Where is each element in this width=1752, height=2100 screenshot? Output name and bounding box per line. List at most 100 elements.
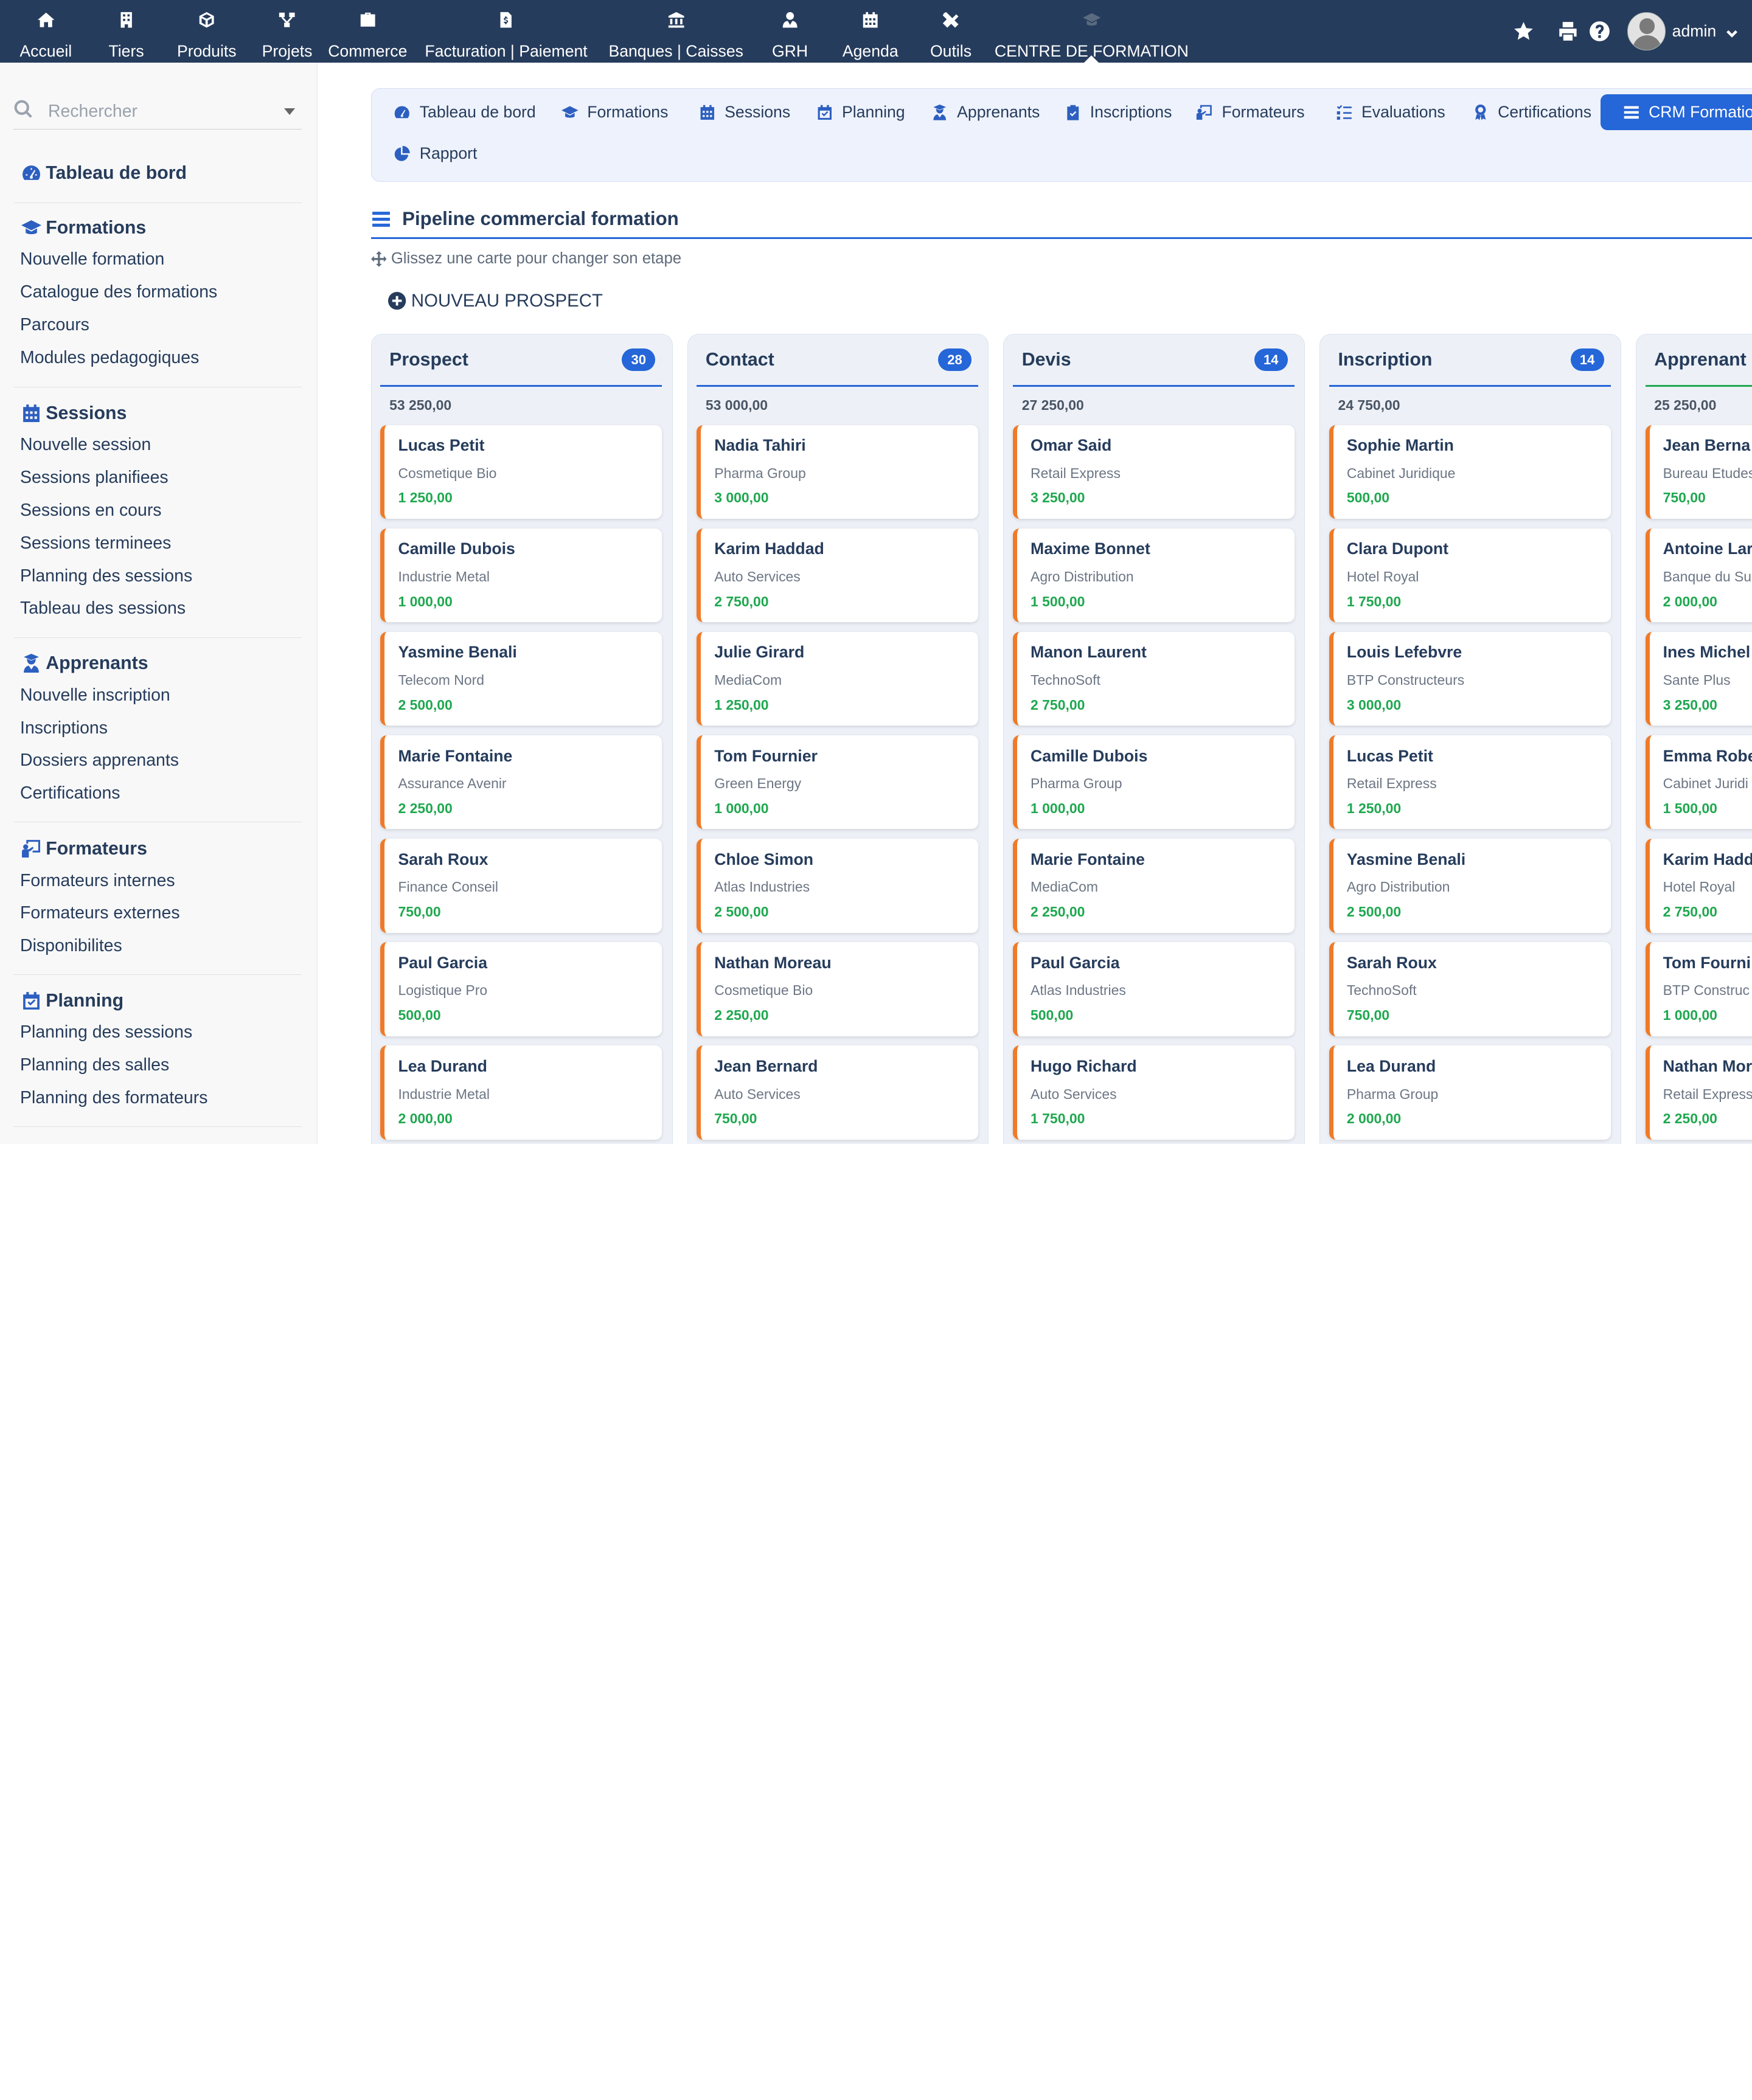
sidebar-title-dashboard[interactable]: Tableau de bord [13, 156, 302, 190]
kanban-column: Apprenant 25 250,00 Jean Berna Bureau Etude… [1635, 334, 1752, 1144]
sidebar-link-sessions-planifiees[interactable]: Sessions planifiees [13, 462, 302, 494]
prospect-card[interactable]: Omar Said Retail Express 3 250,00 [1013, 425, 1295, 519]
prospect-card[interactable]: Paul Garcia Logistique Pro 500,00 [380, 942, 662, 1036]
sidebar-title-formations[interactable]: Formations [13, 212, 302, 243]
sidebar-link-nouvelle-inscription[interactable]: Nouvelle inscription [13, 679, 302, 712]
tab-inscriptions[interactable]: Inscriptions [1042, 94, 1183, 130]
topmenu-grh[interactable]: GRH [753, 0, 827, 63]
card-name: Lucas Petit [398, 436, 485, 455]
prospect-card[interactable]: Camille Dubois Industrie Metal 1 000,00 [380, 528, 662, 623]
sidebar-link-dossiers[interactable]: Dossiers apprenants [13, 744, 302, 777]
topmenu-outils[interactable]: Outils [914, 0, 987, 63]
sidebar-link-planning-formateurs[interactable]: Planning des formateurs [13, 1082, 302, 1115]
help-icon[interactable] [1585, 17, 1614, 46]
sidebar-link-sessions-en-cours[interactable]: Sessions en cours [13, 494, 302, 527]
prospect-card[interactable]: Chloe Simon Atlas Industries 2 500,00 [697, 839, 979, 933]
sidebar-link-planning-sessions[interactable]: Planning des sessions [13, 560, 302, 593]
prospect-card[interactable]: Tom Fourni BTP Construc 1 000,00 [1645, 942, 1752, 1036]
tab-label: Planning [841, 103, 905, 122]
prospect-card[interactable]: Marie Fontaine Assurance Avenir 2 250,00 [380, 735, 662, 830]
prospect-card[interactable]: Karim Haddad Auto Services 2 750,00 [697, 528, 979, 623]
sidebar-link-inscriptions[interactable]: Inscriptions [13, 712, 302, 745]
search-select[interactable]: Rechercher [13, 94, 302, 130]
prospect-card[interactable]: Sophie Martin Cabinet Juridique 500,00 [1329, 425, 1611, 519]
topmenu-projets[interactable]: Projets [252, 0, 322, 63]
topmenu-agenda[interactable]: Agenda [827, 0, 914, 63]
prospect-card[interactable]: Paul Garcia Atlas Industries 500,00 [1013, 942, 1295, 1036]
prospect-card[interactable]: Lucas Petit Retail Express 1 250,00 [1329, 735, 1611, 830]
sidebar-title-apprenants[interactable]: Apprenants [13, 648, 302, 679]
sidebar-link-tableau-sessions[interactable]: Tableau des sessions [13, 592, 302, 625]
prospect-card[interactable]: Jean Berna Bureau Etudes 750,00 [1645, 425, 1752, 519]
tab-apprenants[interactable]: Apprenants [909, 94, 1051, 130]
sidebar-link-disponibilites[interactable]: Disponibilites [13, 930, 302, 963]
topmenu-tiers[interactable]: Tiers [92, 0, 161, 63]
topmenu-commerce[interactable]: Commerce [322, 0, 414, 63]
sidebar-link-sessions-terminees[interactable]: Sessions terminees [13, 527, 302, 560]
card-company: Industrie Metal [398, 569, 490, 585]
prospect-card[interactable]: Clara Dupont Hotel Royal 1 750,00 [1329, 528, 1611, 623]
card-amount: 2 500,00 [398, 696, 453, 713]
topmenu-facturation[interactable]: Facturation | Paiement [414, 0, 599, 63]
star-icon[interactable] [1509, 17, 1538, 46]
prospect-card[interactable]: Antoine Lar Banque du Su 2 000,00 [1645, 528, 1752, 623]
sidebar-link-formateurs-externes[interactable]: Formateurs externes [13, 897, 302, 930]
prospect-card[interactable]: Camille Dubois Pharma Group 1 000,00 [1013, 735, 1295, 830]
prospect-card[interactable]: Marie Fontaine MediaCom 2 250,00 [1013, 839, 1295, 933]
prospect-card[interactable]: Nathan Moreau Cosmetique Bio 2 250,00 [697, 942, 979, 1036]
topmenu-produits[interactable]: Produits [161, 0, 252, 63]
prospect-card[interactable]: Karim Hadd Hotel Royal 2 750,00 [1645, 839, 1752, 933]
tab-planning[interactable]: Planning [794, 94, 916, 130]
tab-formations[interactable]: Formations [539, 94, 679, 130]
prospect-card[interactable]: Manon Laurent TechnoSoft 2 750,00 [1013, 632, 1295, 726]
prospect-card[interactable]: Tom Fournier Green Energy 1 000,00 [697, 735, 979, 830]
sidebar-link-planning-salles[interactable]: Planning des salles [13, 1049, 302, 1082]
sidebar-link-nouvelle-formation[interactable]: Nouvelle formation [13, 243, 302, 276]
prospect-card[interactable]: Sarah Roux TechnoSoft 750,00 [1329, 942, 1611, 1036]
tab-evaluations[interactable]: Evaluations [1313, 94, 1456, 130]
tab-certifications[interactable]: Certifications [1450, 94, 1602, 130]
prospect-card[interactable]: Louis Lefebvre BTP Constructeurs 3 000,00 [1329, 632, 1611, 726]
sidebar-link-parcours[interactable]: Parcours [13, 309, 302, 342]
chevron-down-icon[interactable] [1725, 24, 1739, 38]
print-icon[interactable] [1554, 17, 1583, 46]
prospect-card[interactable]: Emma Robe Cabinet Juridi 1 500,00 [1645, 735, 1752, 830]
new-prospect-button[interactable]: NOUVEAU PROSPECT [388, 291, 603, 311]
topmenu-accueil[interactable]: Accueil [0, 0, 92, 63]
sidebar-title-sessions[interactable]: Sessions [13, 398, 302, 429]
prospect-card[interactable]: Nathan Mor Retail Express 2 250,00 [1645, 1045, 1752, 1140]
prospect-card[interactable]: Lucas Petit Cosmetique Bio 1 250,00 [380, 425, 662, 519]
sidebar-link-nouvelle-session[interactable]: Nouvelle session [13, 429, 302, 462]
sidebar-link-formateurs-internes[interactable]: Formateurs internes [13, 865, 302, 898]
prospect-card[interactable]: Hugo Richard Auto Services 1 750,00 [1013, 1045, 1295, 1140]
sidebar-link-modules[interactable]: Modules pedagogiques [13, 342, 302, 375]
tab-formateurs[interactable]: Formateurs [1174, 94, 1316, 130]
prospect-card[interactable]: Lea Durand Pharma Group 2 000,00 [1329, 1045, 1611, 1140]
sidebar-link-certifications[interactable]: Certifications [13, 777, 302, 810]
sidebar-link-catalogue[interactable]: Catalogue des formations [13, 276, 302, 309]
prospect-card[interactable]: Yasmine Benali Agro Distribution 2 500,00 [1329, 839, 1611, 933]
prospect-card[interactable]: Ines Michel Sante Plus 3 250,00 [1645, 632, 1752, 726]
username[interactable]: admin [1672, 22, 1717, 41]
topmenu-centre-formation[interactable]: CENTRE DE FORMATION [988, 0, 1196, 63]
prospect-card[interactable]: Jean Bernard Auto Services 750,00 [697, 1045, 979, 1140]
prospect-card[interactable]: Julie Girard MediaCom 1 250,00 [697, 632, 979, 726]
sidebar-title-planning[interactable]: Planning [13, 985, 302, 1016]
prospect-card[interactable]: Maxime Bonnet Agro Distribution 1 500,00 [1013, 528, 1295, 623]
prospect-card[interactable]: Lea Durand Industrie Metal 2 000,00 [380, 1045, 662, 1140]
tab-sessions[interactable]: Sessions [676, 94, 801, 130]
prospect-card[interactable]: Yasmine Benali Telecom Nord 2 500,00 [380, 632, 662, 726]
tab-rapport[interactable]: Rapport [372, 136, 488, 172]
topmenu-banques[interactable]: Banques | Caisses [599, 0, 753, 63]
sidebar-title-formateurs[interactable]: Formateurs [13, 833, 302, 864]
prospect-card[interactable]: Sarah Roux Finance Conseil 750,00 [380, 839, 662, 933]
tab-tableau-de-bord[interactable]: Tableau de bord [372, 94, 547, 130]
card-company: Green Energy [714, 775, 802, 792]
tab-crm-formation[interactable]: CRM Formation [1601, 94, 1752, 131]
sidebar-link-planning-des-sessions[interactable]: Planning des sessions [13, 1016, 302, 1049]
card-amount: 1 000,00 [398, 593, 453, 609]
prospect-card[interactable]: Nadia Tahiri Pharma Group 3 000,00 [697, 425, 979, 519]
avatar[interactable] [1627, 12, 1666, 50]
page-title: Pipeline commercial formation [370, 201, 1752, 240]
topmenu-label: Commerce [328, 41, 408, 60]
